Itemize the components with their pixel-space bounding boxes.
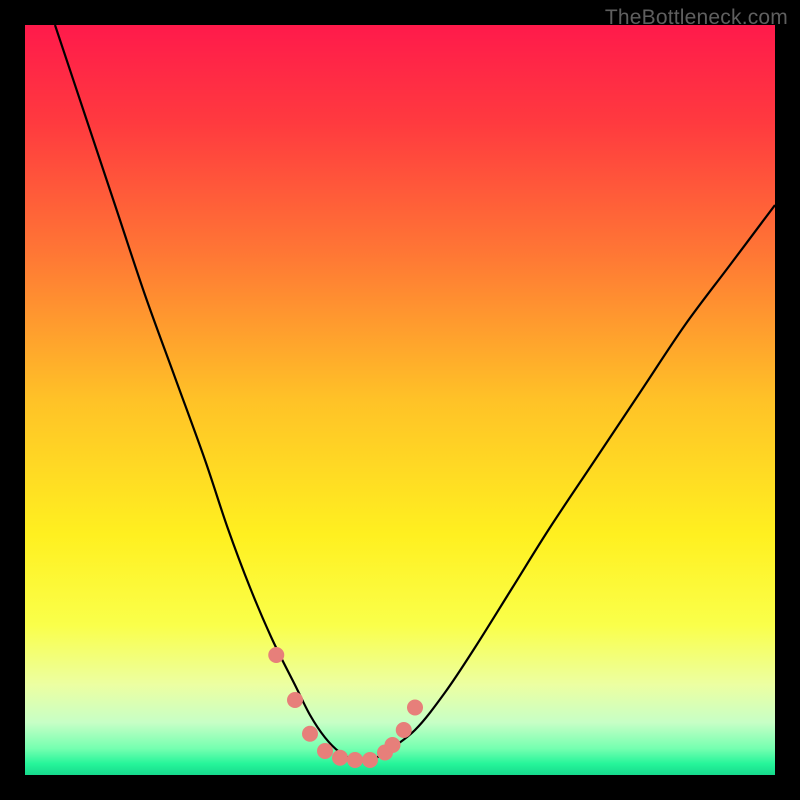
plot-area <box>25 25 775 775</box>
plot-frame <box>25 25 775 775</box>
chart-svg <box>25 25 775 775</box>
watermark-text: TheBottleneck.com <box>605 6 788 30</box>
highlight-dot <box>347 752 363 768</box>
highlight-dot <box>287 692 303 708</box>
highlight-dot <box>332 750 348 766</box>
highlight-dot <box>385 737 401 753</box>
highlight-dot <box>362 752 378 768</box>
highlight-dot <box>268 647 284 663</box>
highlight-dot <box>396 722 412 738</box>
gradient-background <box>25 25 775 775</box>
highlight-dot <box>407 700 423 716</box>
highlight-dot <box>302 726 318 742</box>
highlight-dot <box>317 743 333 759</box>
